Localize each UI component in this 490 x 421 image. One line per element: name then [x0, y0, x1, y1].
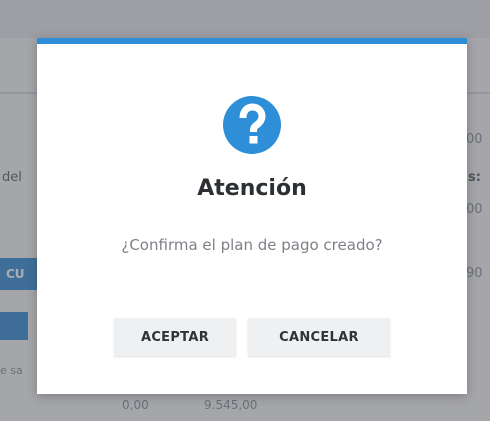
question-mark-icon	[223, 96, 281, 154]
dialog-message: ¿Confirma el plan de pago creado?	[121, 236, 383, 254]
question-mark-glyph	[239, 103, 266, 144]
accept-button[interactable]: ACEPTAR	[114, 318, 236, 356]
cancel-button[interactable]: CANCELAR	[248, 318, 390, 356]
dialog-button-row: ACEPTAR CANCELAR	[37, 318, 467, 356]
confirm-dialog: Atención ¿Confirma el plan de pago cread…	[37, 38, 467, 394]
dialog-title: Atención	[197, 176, 307, 201]
dialog-accent-bar	[37, 38, 467, 44]
